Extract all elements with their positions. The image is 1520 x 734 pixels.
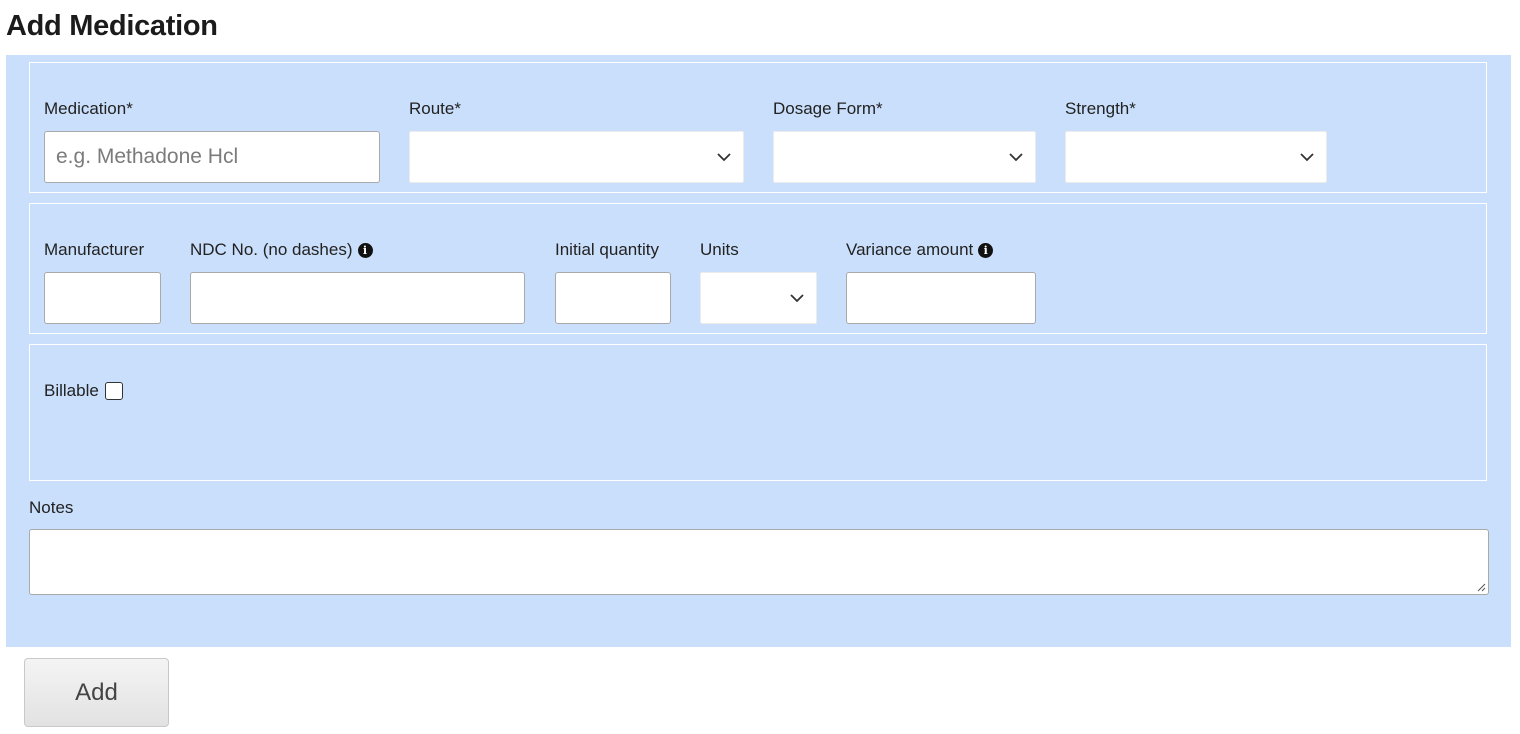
billing-section: [29, 344, 1487, 481]
page-title: Add Medication: [6, 10, 218, 42]
chevron-down-icon: [1009, 153, 1023, 162]
manufacturer-input[interactable]: [44, 272, 161, 324]
units-label: Units: [700, 240, 739, 259]
medication-form-panel: Medication* Route* Dosage Form* Strength…: [6, 55, 1511, 647]
notes-label: Notes: [29, 498, 74, 517]
info-circle-icon[interactable]: i: [978, 242, 994, 258]
strength-label: Strength*: [1065, 99, 1136, 118]
ndc-label: NDC No. (no dashes): [190, 240, 353, 259]
chevron-down-icon: [1300, 153, 1314, 162]
notes-textarea[interactable]: [29, 529, 1489, 595]
variance-label: Variance amount: [846, 240, 974, 259]
billable-group: Billable: [44, 381, 123, 401]
dosage-form-select[interactable]: [773, 131, 1036, 183]
manufacturer-label: Manufacturer: [44, 240, 145, 259]
ndc-input[interactable]: [190, 272, 525, 324]
billable-checkbox[interactable]: [104, 382, 123, 400]
ndc-label-group: NDC No. (no dashes) i: [190, 240, 373, 260]
units-select[interactable]: [700, 272, 817, 324]
strength-select[interactable]: [1065, 131, 1327, 183]
medication-label: Medication*: [44, 99, 133, 118]
chevron-down-icon: [717, 153, 731, 162]
initial-quantity-label: Initial quantity: [555, 240, 659, 259]
billable-label: Billable: [44, 381, 99, 400]
variance-label-group: Variance amount i: [846, 240, 994, 260]
info-circle-icon[interactable]: i: [357, 242, 373, 258]
variance-input[interactable]: [846, 272, 1036, 324]
route-select[interactable]: [409, 131, 744, 183]
medication-input[interactable]: [44, 131, 380, 183]
initial-quantity-input[interactable]: [555, 272, 671, 324]
chevron-down-icon: [790, 294, 804, 303]
dosage-form-label: Dosage Form*: [773, 99, 883, 118]
add-button[interactable]: Add: [24, 658, 169, 727]
route-label: Route*: [409, 99, 461, 118]
resize-grip-icon[interactable]: [1476, 582, 1486, 592]
